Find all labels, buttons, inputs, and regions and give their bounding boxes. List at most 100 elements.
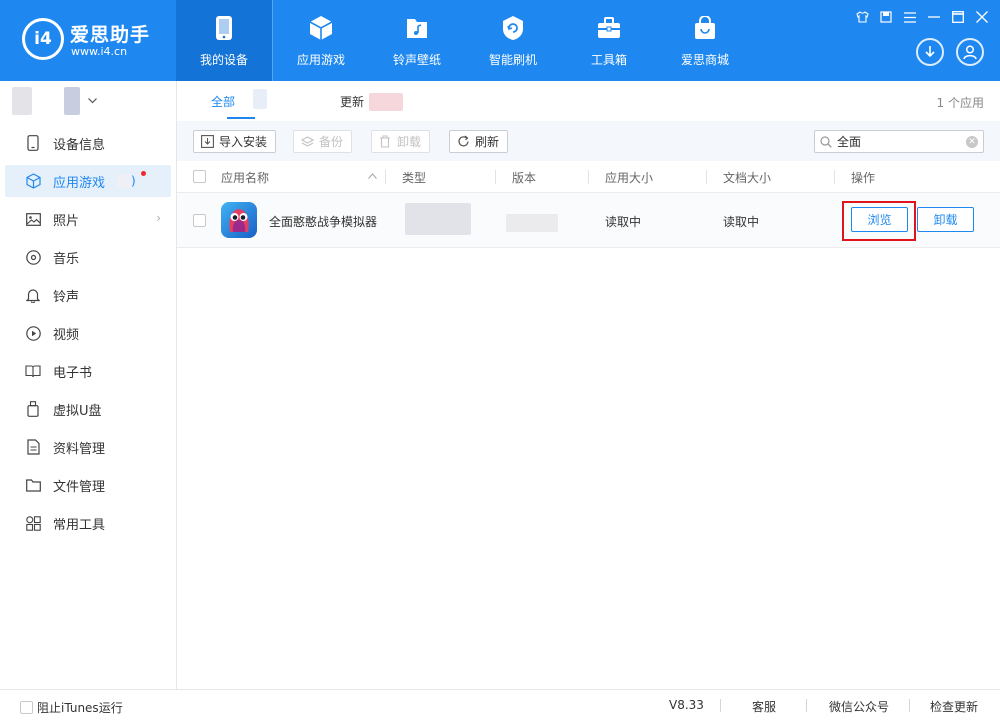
backup-button[interactable]: 备份 [293, 130, 353, 153]
nav-label: 爱思商城 [680, 53, 729, 67]
download-icon[interactable] [916, 38, 944, 66]
search-input[interactable] [837, 134, 957, 149]
browse-button[interactable]: 浏览 [851, 207, 908, 232]
column-divider [706, 170, 707, 184]
tab-bar: 全部 更新 1 个应用 [177, 81, 1000, 121]
tab-all[interactable]: 全部 [211, 93, 235, 110]
folder-icon [25, 477, 41, 493]
sidebar-item-label: 文件管理 [53, 479, 106, 495]
nav-my-device[interactable]: 我的设备 [176, 0, 272, 81]
sidebar-item-data-management[interactable]: 资料管理 [5, 431, 171, 463]
main-nav: 我的设备 应用游戏 铃声壁纸 智能刷机 工具箱 爱思商城 [176, 0, 753, 81]
nav-store[interactable]: 爱思商城 [657, 0, 753, 81]
version-label: V8.33 [669, 698, 704, 712]
column-divider [385, 170, 386, 184]
logo-mark: i4 [22, 18, 64, 60]
tab-updates[interactable]: 更新 [340, 93, 364, 110]
user-icon[interactable] [956, 38, 984, 66]
nav-label: 应用游戏 [296, 53, 345, 67]
status-divider [909, 699, 910, 712]
sidebar-item-label: 音乐 [53, 251, 80, 267]
column-divider [588, 170, 589, 184]
chevron-right-icon: › [156, 211, 161, 225]
nav-label: 工具箱 [590, 53, 627, 67]
maximize-icon[interactable] [950, 9, 966, 25]
sidebar-item-apps-games[interactable]: 应用游戏 ) [5, 165, 171, 197]
device-name-redacted [64, 87, 80, 115]
app-type-redacted [405, 203, 471, 235]
nav-apps-games[interactable]: 应用游戏 [273, 0, 369, 81]
customer-service-link[interactable]: 客服 [752, 698, 776, 715]
sidebar-item-suffix: ) [131, 174, 136, 188]
grid-icon [25, 515, 41, 531]
clear-search-icon[interactable]: ✕ [966, 136, 978, 148]
sidebar-item-videos[interactable]: 视频 [5, 317, 171, 349]
nav-label: 我的设备 [199, 53, 248, 67]
phone-outline-icon [25, 135, 41, 151]
block-itunes-checkbox[interactable] [20, 701, 33, 714]
tab-updates-count-redacted [369, 93, 403, 111]
table-header: 应用名称 类型 版本 应用大小 文档大小 操作 [177, 161, 1000, 193]
column-header-type[interactable]: 类型 [402, 169, 426, 186]
shirt-icon[interactable] [854, 9, 870, 25]
refresh-icon [456, 135, 470, 149]
sort-ascending-icon[interactable] [368, 173, 377, 179]
column-header-name[interactable]: 应用名称 [221, 169, 269, 186]
column-divider [834, 170, 835, 184]
import-icon [200, 135, 214, 149]
sidebar-item-label: 设备信息 [53, 137, 106, 153]
uninstall-button[interactable]: 卸载 [917, 207, 974, 232]
action-toolbar: 导入安装 备份 卸载 刷新 ✕ [177, 121, 1000, 161]
app-name: 爱思助手 [70, 24, 151, 46]
sidebar-item-label: 铃声 [53, 289, 80, 305]
nav-smart-flash[interactable]: 智能刷机 [465, 0, 561, 81]
doc-size-value: 读取中 [723, 215, 760, 229]
sidebar-item-label: 电子书 [53, 365, 93, 381]
sidebar-item-label: 照片 [53, 213, 80, 229]
sidebar-item-ebooks[interactable]: 电子书 [5, 355, 171, 387]
sidebar-item-music[interactable]: 音乐 [5, 241, 171, 273]
import-install-button[interactable]: 导入安装 [193, 130, 277, 153]
menu-icon[interactable] [902, 9, 918, 25]
header-actions [916, 38, 984, 66]
uninstall-toolbar-button[interactable]: 卸载 [371, 130, 431, 153]
sidebar-item-device-info[interactable]: 设备信息 [5, 127, 171, 159]
device-selector[interactable] [0, 81, 176, 121]
app-count-label: 1 个应用 [936, 96, 984, 110]
uninstall-toolbar-label: 卸载 [397, 135, 422, 149]
block-itunes-option[interactable]: 阻止iTunes运行 [20, 699, 123, 716]
wechat-link[interactable]: 微信公众号 [829, 698, 889, 715]
sidebar: 设备信息 应用游戏 ) 照片 › 音乐 铃声 视频 电子书 虚拟U盘 资料管理 … [0, 81, 177, 689]
nav-toolbox[interactable]: 工具箱 [561, 0, 657, 81]
check-update-link[interactable]: 检查更新 [930, 698, 978, 715]
import-install-label: 导入安装 [219, 135, 268, 149]
table-row[interactable]: 全面憨憨战争模拟器 读取中 读取中 浏览 卸载 [177, 193, 1000, 248]
minimize-icon[interactable] [926, 9, 942, 25]
music-disc-icon [25, 249, 41, 265]
app-logo: i4 爱思助手 www.i4.cn [22, 18, 152, 64]
column-header-version[interactable]: 版本 [512, 169, 536, 186]
close-icon[interactable] [974, 9, 990, 25]
sidebar-item-virtual-usb[interactable]: 虚拟U盘 [5, 393, 171, 425]
sidebar-item-photos[interactable]: 照片 › [5, 203, 171, 235]
tab-all-count-redacted [253, 89, 267, 109]
title-bar: i4 爱思助手 www.i4.cn 我的设备 应用游戏 铃声壁纸 智能刷机 工具… [0, 0, 1000, 81]
nav-label: 铃声壁纸 [392, 53, 441, 67]
sidebar-item-ringtones[interactable]: 铃声 [5, 279, 171, 311]
active-tab-indicator [227, 117, 255, 119]
column-header-doc-size[interactable]: 文档大小 [723, 169, 771, 186]
play-circle-icon [25, 325, 41, 341]
shopping-bag-icon [692, 14, 718, 42]
column-header-app-size[interactable]: 应用大小 [605, 169, 653, 186]
sidebar-item-common-tools[interactable]: 常用工具 [5, 507, 171, 539]
bell-icon [25, 287, 41, 303]
row-checkbox[interactable] [193, 214, 206, 227]
note-icon[interactable] [878, 9, 894, 25]
cube-outline-icon [25, 173, 41, 189]
nav-ringtones-wallpapers[interactable]: 铃声壁纸 [369, 0, 465, 81]
select-all-checkbox[interactable] [193, 170, 206, 183]
usb-icon [25, 401, 41, 417]
refresh-button[interactable]: 刷新 [449, 130, 509, 153]
trash-icon [378, 135, 392, 149]
sidebar-item-file-management[interactable]: 文件管理 [5, 469, 171, 501]
